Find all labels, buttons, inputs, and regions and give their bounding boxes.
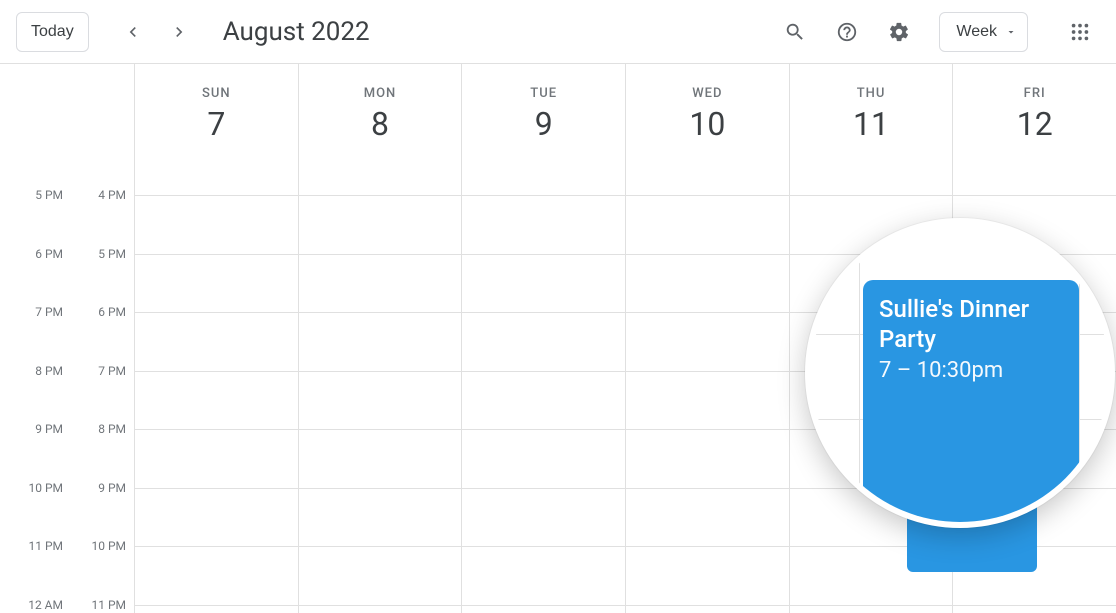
view-switcher-label: Week [956, 23, 997, 41]
caret-down-icon [1005, 26, 1017, 38]
chevron-right-icon [169, 22, 189, 42]
hour-label: 6 PM [35, 247, 63, 261]
day-column[interactable]: SUN 7 [135, 64, 299, 613]
event-chip-zoom[interactable]: Sullie's Dinner Party 7 – 10:30pm [863, 280, 1079, 528]
day-name: THU [857, 86, 886, 101]
week-grid[interactable]: SUN 7 MON 8 TUE 9 WED 10 THU 11 FRI 12 Sullie's Din… [135, 64, 1116, 613]
apps-button[interactable] [1060, 12, 1100, 52]
hour-label: 11 PM [28, 539, 63, 553]
next-button[interactable] [159, 12, 199, 52]
hour-label: 10 PM [28, 481, 63, 495]
time-gutter-left: 5 PM 6 PM 7 PM 8 PM 9 PM 10 PM 11 PM 12 AM [0, 64, 75, 613]
day-name: TUE [530, 86, 557, 101]
day-name: FRI [1024, 86, 1046, 101]
day-name: MON [364, 86, 397, 101]
day-number: 9 [535, 105, 553, 143]
day-header[interactable]: MON 8 [299, 64, 462, 164]
hour-label: 9 PM [35, 422, 63, 436]
header-right: Week [775, 12, 1100, 52]
day-column[interactable]: WED 10 [626, 64, 790, 613]
day-header[interactable]: WED 10 [626, 64, 789, 164]
settings-button[interactable] [879, 12, 919, 52]
day-number: 8 [371, 105, 389, 143]
hour-label: 11 PM [91, 598, 126, 612]
search-button[interactable] [775, 12, 815, 52]
day-number: 11 [853, 105, 889, 143]
hour-label: 8 PM [98, 422, 126, 436]
nav-arrows [113, 12, 199, 52]
hour-label: 7 PM [35, 305, 63, 319]
help-icon [836, 21, 858, 43]
view-switcher[interactable]: Week [939, 12, 1028, 52]
calendar-header: Today August 2022 Week [0, 0, 1116, 64]
hour-label: 7 PM [98, 364, 126, 378]
day-number: 12 [1017, 105, 1053, 143]
hour-label: 8 PM [35, 364, 63, 378]
chevron-left-icon [123, 22, 143, 42]
hour-label: 5 PM [98, 247, 126, 261]
time-gutter-right: 4 PM 5 PM 6 PM 7 PM 8 PM 9 PM 10 PM 11 PM [75, 64, 135, 613]
day-header[interactable]: TUE 9 [462, 64, 625, 164]
hour-label: 9 PM [98, 481, 126, 495]
hour-label: 6 PM [98, 305, 126, 319]
prev-button[interactable] [113, 12, 153, 52]
magnifier-overlay: Sullie's Dinner Party 7 – 10:30pm [805, 218, 1115, 528]
hour-label: 4 PM [98, 188, 126, 202]
hour-label: 12 AM [28, 598, 63, 612]
day-number: 7 [207, 105, 225, 143]
day-number: 10 [689, 105, 725, 143]
day-header[interactable]: SUN 7 [135, 64, 298, 164]
day-header[interactable]: THU 11 [790, 64, 953, 164]
calendar-title: August 2022 [223, 17, 370, 47]
day-column[interactable]: MON 8 [299, 64, 463, 613]
day-name: WED [692, 86, 722, 101]
event-time: 7 – 10:30pm [879, 358, 1063, 383]
hour-label: 5 PM [35, 188, 63, 202]
search-icon [784, 21, 806, 43]
hour-label: 10 PM [91, 539, 126, 553]
apps-icon [1069, 21, 1091, 43]
help-button[interactable] [827, 12, 867, 52]
today-button[interactable]: Today [16, 12, 89, 52]
calendar-body: 5 PM 6 PM 7 PM 8 PM 9 PM 10 PM 11 PM 12 AM 4 PM… [0, 64, 1116, 613]
gear-icon [888, 21, 910, 43]
day-column[interactable]: TUE 9 [462, 64, 626, 613]
event-title: Sullie's Dinner Party [879, 294, 1063, 354]
day-header[interactable]: FRI 12 [953, 64, 1116, 164]
day-name: SUN [202, 86, 231, 101]
